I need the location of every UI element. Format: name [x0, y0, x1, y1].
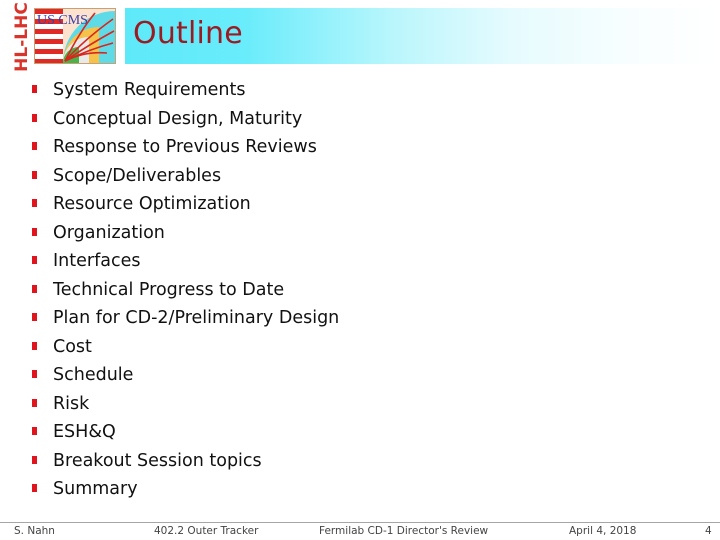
- square-bullet-icon: [32, 370, 37, 378]
- outline-item-label: ESH&Q: [53, 422, 116, 442]
- hl-lhc-logo: HL-LHC: [11, 2, 33, 72]
- outline-item-label: Plan for CD-2/Preliminary Design: [53, 308, 340, 328]
- square-bullet-icon: [32, 284, 37, 293]
- outline-item-label: System Requirements: [53, 80, 246, 100]
- outline-item: Resource Optimization: [32, 190, 339, 219]
- outline-item-label: Response to Previous Reviews: [53, 137, 317, 157]
- square-bullet-icon: [32, 313, 37, 321]
- outline-item: Summary: [32, 475, 339, 504]
- outline-item: Cost: [32, 333, 339, 362]
- square-bullet-icon: [32, 398, 37, 407]
- outline-item: Response to Previous Reviews: [32, 133, 339, 162]
- footer-event: Fermilab CD-1 Director's Review: [319, 525, 489, 537]
- outline-item: Plan for CD-2/Preliminary Design: [32, 304, 339, 333]
- hl-lhc-label: HL-LHC: [12, 2, 32, 72]
- outline-item-label: Technical Progress to Date: [53, 279, 285, 300]
- square-bullet-icon: [32, 256, 37, 264]
- square-bullet-icon: [32, 427, 37, 435]
- outline-item-label: Summary: [53, 479, 138, 499]
- outline-item: Scope/Deliverables: [32, 162, 339, 191]
- footer-author: S. Nahn: [14, 525, 55, 537]
- page-number: 4: [705, 525, 712, 537]
- outline-item: Breakout Session topics: [32, 447, 339, 476]
- square-bullet-icon: [32, 341, 37, 350]
- outline-item: Technical Progress to Date: [32, 276, 339, 305]
- square-bullet-icon: [32, 227, 37, 236]
- outline-item: Interfaces: [32, 247, 339, 276]
- us-cms-logo: US CMS: [34, 8, 116, 64]
- outline-item-label: Risk: [53, 393, 90, 414]
- square-bullet-icon: [32, 142, 37, 150]
- footer-project: 402.2 Outer Tracker: [154, 525, 259, 537]
- footer-date: April 4, 2018: [569, 525, 637, 537]
- outline-item: System Requirements: [32, 76, 339, 105]
- logo-text: US CMS: [37, 13, 88, 28]
- us-cms-logo-graphic: US CMS: [35, 9, 115, 63]
- square-bullet-icon: [32, 113, 37, 122]
- outline-item-label: Cost: [53, 336, 92, 357]
- outline-item-label: Breakout Session topics: [53, 450, 262, 471]
- outline-item: Schedule: [32, 361, 339, 390]
- footer-divider: [0, 522, 720, 523]
- outline-item: Risk: [32, 390, 339, 419]
- square-bullet-icon: [32, 85, 37, 93]
- outline-list: System Requirements Conceptual Design, M…: [32, 76, 339, 504]
- square-bullet-icon: [32, 199, 37, 207]
- outline-item-label: Organization: [53, 222, 165, 243]
- outline-item: Organization: [32, 219, 339, 248]
- outline-item-label: Schedule: [53, 365, 134, 385]
- outline-item-label: Conceptual Design, Maturity: [53, 108, 303, 129]
- square-bullet-icon: [32, 170, 37, 179]
- outline-item: Conceptual Design, Maturity: [32, 105, 339, 134]
- square-bullet-icon: [32, 484, 37, 492]
- outline-item-label: Interfaces: [53, 251, 141, 271]
- title-bar: Outline: [125, 8, 720, 64]
- square-bullet-icon: [32, 455, 37, 464]
- outline-item: ESH&Q: [32, 418, 339, 447]
- outline-item-label: Scope/Deliverables: [53, 165, 222, 186]
- outline-item-label: Resource Optimization: [53, 194, 251, 214]
- slide-title: Outline: [133, 16, 243, 51]
